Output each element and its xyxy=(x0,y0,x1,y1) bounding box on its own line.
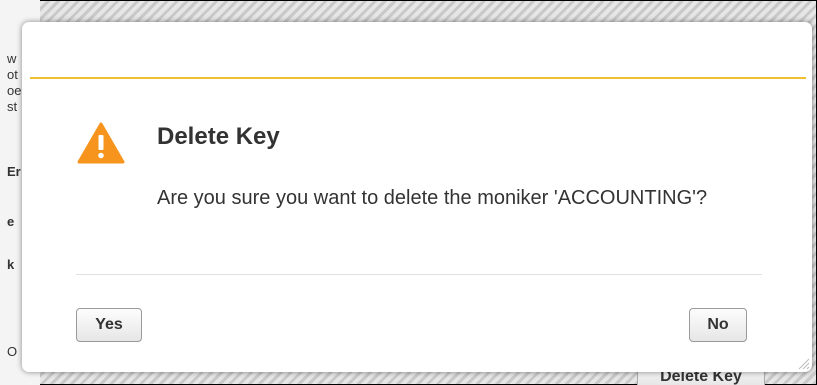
resize-grip-icon[interactable] xyxy=(796,356,810,370)
button-divider xyxy=(76,274,762,275)
background-text-fragment: k xyxy=(7,257,15,272)
background-text-fragment: Er xyxy=(7,164,21,179)
background-text-fragment: st xyxy=(7,99,18,114)
background-text-fragment: ot xyxy=(7,67,18,82)
dialog-title: Delete Key xyxy=(157,123,280,150)
background-text-fragment: oe xyxy=(7,83,22,98)
title-separator xyxy=(30,77,806,79)
no-button[interactable]: No xyxy=(689,308,747,342)
warning-icon xyxy=(77,122,125,164)
background-text-fragment: O xyxy=(7,344,18,359)
yes-button[interactable]: Yes xyxy=(76,308,142,342)
dialog-message: Are you sure you want to delete the moni… xyxy=(157,187,708,209)
background-text-fragment: e xyxy=(7,214,15,229)
delete-key-dialog: Delete Key Are you sure you want to dele… xyxy=(22,22,812,372)
background-text-fragment: w xyxy=(7,51,17,66)
